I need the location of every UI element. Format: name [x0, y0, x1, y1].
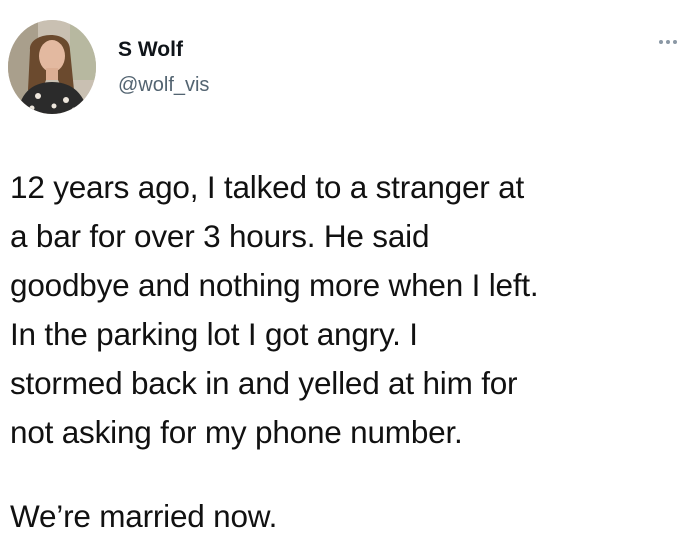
tweet-text: 12 years ago, I talked to a stranger at … [10, 163, 694, 457]
more-horizontal-icon [659, 40, 663, 44]
profile-photo-icon [8, 20, 96, 114]
more-horizontal-icon-dot [673, 40, 677, 44]
more-horizontal-icon-dot [666, 40, 670, 44]
tweet-text-line: a bar for over 3 hours. He said [10, 218, 430, 254]
user-handle[interactable]: @wolf_vis [118, 74, 209, 97]
tweet-text-line: goodbye and nothing more when I left. [10, 267, 539, 303]
avatar[interactable] [8, 20, 96, 114]
tweet-text-second-paragraph: We’re married now. [10, 498, 278, 534]
tweet-text-line: not asking for my phone number. [10, 414, 463, 450]
more-options-button[interactable] [650, 30, 686, 54]
tweet-text-line: 12 years ago, I talked to a stranger at [10, 169, 525, 205]
display-name[interactable]: S Wolf [118, 38, 183, 62]
tweet-text-line: stormed back in and yelled at him for [10, 365, 518, 401]
tweet-text-line: In the parking lot I got angry. I [10, 316, 418, 352]
tweet-card: S Wolf @wolf_vis 12 years ago, I talked … [0, 0, 700, 560]
